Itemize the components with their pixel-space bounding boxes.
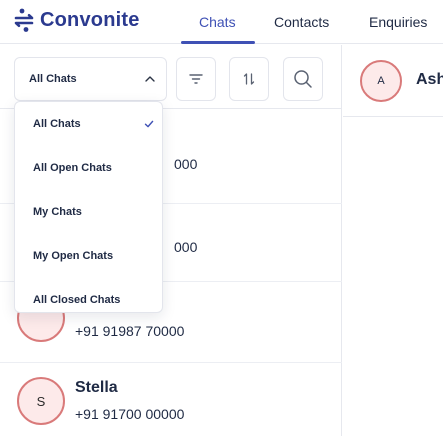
dropdown-option-my-open-chats[interactable]: My Open Chats: [15, 234, 164, 278]
sort-button[interactable]: [229, 57, 269, 101]
option-label: All Chats: [33, 118, 81, 130]
avatar[interactable]: A: [360, 60, 402, 102]
chevron-up-icon: [145, 76, 155, 82]
chat-name: Stella: [75, 379, 118, 396]
chat-list-pane: All Chats 000 000 +91 91987 70000 S Stel…: [0, 45, 342, 436]
checkmark-icon: [144, 120, 154, 128]
dropdown-option-all-closed-chats[interactable]: All Closed Chats: [15, 278, 164, 322]
top-header: Convonite Chats Contacts Enquiries: [0, 0, 443, 44]
dropdown-option-all-chats[interactable]: All Chats: [15, 102, 164, 146]
option-label: My Open Chats: [33, 250, 114, 262]
sort-icon: [243, 73, 255, 85]
chat-phone-partial: 000: [174, 156, 198, 172]
filter-icon: [189, 74, 203, 84]
chat-phone-partial: 000: [174, 239, 198, 255]
avatar-initial: A: [377, 75, 385, 87]
active-tab-indicator: [181, 41, 255, 44]
avatar-initial: S: [36, 393, 46, 409]
chat-filter-dropdown: All Chats All Open Chats My Chats My Ope…: [14, 101, 163, 313]
list-divider: [0, 362, 342, 363]
chat-phone: +91 91987 70000: [75, 323, 185, 339]
logo-icon: [14, 8, 34, 32]
tab-enquiries[interactable]: Enquiries: [369, 14, 427, 30]
brand-logo[interactable]: Convonite: [14, 8, 140, 32]
option-label: My Chats: [33, 206, 82, 218]
chat-filter-select[interactable]: All Chats: [14, 57, 167, 101]
brand-name: Convonite: [40, 8, 140, 31]
chat-phone: +91 91700 00000: [75, 406, 185, 422]
conversation-header: A Ash: [343, 45, 443, 117]
chat-list-item[interactable]: S Stella +91 91700 00000: [0, 365, 342, 435]
dropdown-option-all-open-chats[interactable]: All Open Chats: [15, 146, 164, 190]
option-label: All Open Chats: [33, 162, 112, 174]
tab-contacts[interactable]: Contacts: [274, 14, 329, 30]
tab-chats[interactable]: Chats: [199, 14, 236, 30]
option-label: All Closed Chats: [33, 294, 121, 306]
search-button[interactable]: [283, 57, 323, 101]
conversation-contact-name[interactable]: Ash: [416, 71, 443, 89]
dropdown-option-my-chats[interactable]: My Chats: [15, 190, 164, 234]
chat-filter-value: All Chats: [29, 73, 77, 85]
avatar: S: [17, 377, 65, 425]
search-icon: [294, 70, 312, 88]
filter-button[interactable]: [176, 57, 216, 101]
